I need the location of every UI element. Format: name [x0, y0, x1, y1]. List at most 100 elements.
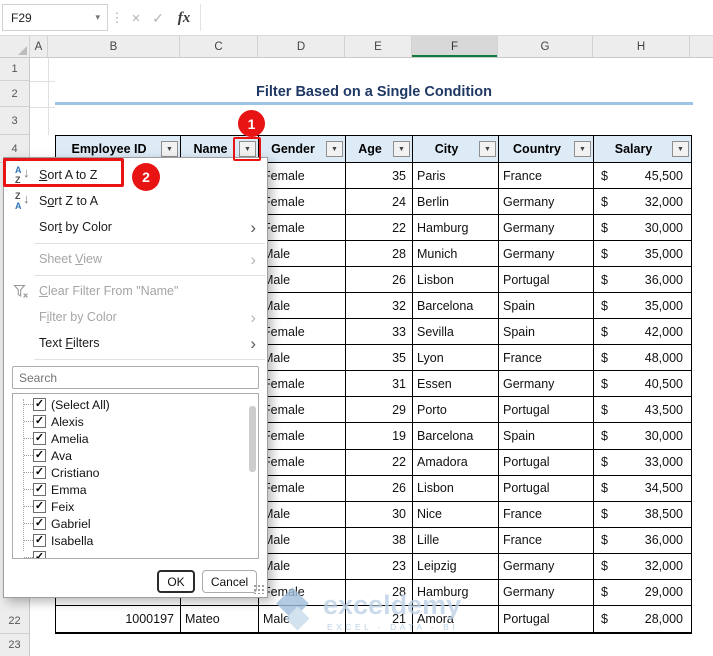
menu-item-text-filters[interactable]: Text Filters ›	[4, 330, 267, 356]
column-header-a[interactable]: A	[30, 36, 48, 57]
cell-gender[interactable]: Male	[259, 345, 346, 371]
cell-city[interactable]: Porto	[413, 397, 499, 423]
filter-button-employee-id[interactable]: ▼	[161, 141, 178, 157]
column-header-h[interactable]: H	[593, 36, 690, 57]
name-box-dropdown-icon[interactable]: ▾	[95, 12, 107, 23]
ok-button[interactable]: OK	[157, 570, 195, 593]
checkbox-checked-icon[interactable]: ✓	[33, 415, 46, 428]
cell-city[interactable]: Berlin	[413, 189, 499, 215]
checkbox-checked-icon[interactable]: ✓	[33, 483, 46, 496]
cell-country[interactable]: Germany	[499, 553, 594, 579]
cell-gender[interactable]: Female	[259, 189, 346, 215]
cell-city[interactable]: Lille	[413, 527, 499, 553]
cell-gender[interactable]: Male	[259, 293, 346, 319]
cell-salary[interactable]: $48,000	[594, 345, 691, 370]
column-header-c[interactable]: C	[180, 36, 258, 57]
cell-gender[interactable]: Female	[259, 163, 346, 189]
name-box[interactable]: F29 ▾	[2, 4, 108, 31]
checkbox-checked-icon[interactable]: ✓	[33, 551, 46, 558]
cell-country[interactable]: Portugal	[499, 449, 594, 475]
cell-country[interactable]: Portugal	[499, 397, 594, 423]
cell-gender[interactable]: Male	[259, 267, 346, 293]
cell-age[interactable]: 19	[346, 423, 413, 449]
cancel-button[interactable]: Cancel	[202, 570, 257, 593]
filter-list-item[interactable]: ✓ Gabriel	[19, 515, 258, 532]
cell-gender[interactable]: Female	[259, 215, 346, 241]
cell-name[interactable]: Mateo	[181, 605, 259, 632]
cell-age[interactable]: 33	[346, 319, 413, 345]
cell-salary[interactable]: $36,000	[594, 267, 691, 292]
checkbox-checked-icon[interactable]: ✓	[33, 398, 46, 411]
cell-gender[interactable]: Male	[259, 553, 346, 579]
select-all-corner[interactable]	[0, 36, 30, 57]
cell-gender[interactable]: Female	[259, 475, 346, 501]
filter-list-item[interactable]: ✓ Ava	[19, 447, 258, 464]
cell-country[interactable]: Spain	[499, 423, 594, 449]
filter-list-item[interactable]: ✓ Feix	[19, 498, 258, 515]
cell-gender[interactable]: Female	[259, 371, 346, 397]
cell-salary[interactable]: $29,000	[594, 580, 691, 605]
column-header-g[interactable]: G	[498, 36, 593, 57]
filter-list-item[interactable]: ✓	[19, 549, 258, 558]
checkbox-checked-icon[interactable]: ✓	[33, 517, 46, 530]
cell-salary[interactable]: $36,000	[594, 528, 691, 553]
cell-city[interactable]: Hamburg	[413, 215, 499, 241]
formula-bar[interactable]	[200, 4, 713, 31]
cell-country[interactable]: France	[499, 501, 594, 527]
column-header-e[interactable]: E	[345, 36, 412, 57]
filter-button-country[interactable]: ▼	[574, 141, 591, 157]
cell-city[interactable]: Leipzig	[413, 553, 499, 579]
cell-gender[interactable]: Male	[259, 501, 346, 527]
filter-list-item[interactable]: ✓ Emma	[19, 481, 258, 498]
cell-salary[interactable]: $38,500	[594, 502, 691, 527]
cell-country[interactable]: Portugal	[499, 605, 594, 632]
cell-country[interactable]: Portugal	[499, 267, 594, 293]
cell-city[interactable]: Lyon	[413, 345, 499, 371]
filter-button-age[interactable]: ▼	[393, 141, 410, 157]
cell-age[interactable]: 30	[346, 501, 413, 527]
column-header-f-selected[interactable]: F	[412, 36, 498, 57]
cell-salary[interactable]: $30,000	[594, 423, 691, 448]
cell-country[interactable]: Germany	[499, 371, 594, 397]
cell-salary[interactable]: $35,000	[594, 241, 691, 266]
cell-salary[interactable]: $34,500	[594, 476, 691, 501]
cell-age[interactable]: 35	[346, 163, 413, 189]
cell-age[interactable]: 29	[346, 397, 413, 423]
filter-list-item[interactable]: ✓ Isabella	[19, 532, 258, 549]
cell-age[interactable]: 26	[346, 475, 413, 501]
checkbox-checked-icon[interactable]: ✓	[33, 500, 46, 513]
cell-city[interactable]: Sevilla	[413, 319, 499, 345]
cell-salary[interactable]: $35,000	[594, 293, 691, 318]
cell-gender[interactable]: Male	[259, 241, 346, 267]
cell-city[interactable]: Munich	[413, 241, 499, 267]
cell-city[interactable]: Paris	[413, 163, 499, 189]
cell-age[interactable]: 38	[346, 527, 413, 553]
cell-country[interactable]: Germany	[499, 215, 594, 241]
row-header-2[interactable]: 2	[0, 81, 29, 107]
checkbox-checked-icon[interactable]: ✓	[33, 432, 46, 445]
cell-salary[interactable]: $32,000	[594, 554, 691, 579]
filter-value-list[interactable]: ✓ (Select All) ✓ Alexis ✓ Amelia ✓ Ava ✓…	[12, 393, 259, 559]
header-age[interactable]: Age ▼	[346, 136, 413, 162]
insert-function-icon[interactable]: fx	[172, 0, 196, 36]
filter-button-salary[interactable]: ▼	[672, 141, 689, 157]
cell-gender[interactable]: Male	[259, 527, 346, 553]
resize-grip[interactable]	[253, 584, 264, 594]
cell-country[interactable]: France	[499, 345, 594, 371]
header-gender[interactable]: Gender ▼	[259, 136, 346, 162]
filter-list-item[interactable]: ✓ (Select All)	[19, 396, 258, 413]
cell-salary[interactable]: $45,500	[594, 163, 691, 188]
row-header-22[interactable]: 22	[0, 608, 29, 634]
header-city[interactable]: City ▼	[413, 136, 499, 162]
cell-salary[interactable]: $43,500	[594, 397, 691, 422]
cancel-entry-icon[interactable]: ×	[126, 0, 146, 36]
cell-gender[interactable]: Female	[259, 423, 346, 449]
cell-salary[interactable]: $30,000	[594, 215, 691, 240]
row-header-23[interactable]: 23	[0, 634, 29, 656]
cell-salary[interactable]: $40,500	[594, 371, 691, 396]
cell-employee-id[interactable]: 1000197	[56, 605, 181, 632]
cell-gender[interactable]: Female	[259, 397, 346, 423]
filter-button-gender[interactable]: ▼	[326, 141, 343, 157]
cell-country[interactable]: Portugal	[499, 475, 594, 501]
cell-age[interactable]: 22	[346, 449, 413, 475]
